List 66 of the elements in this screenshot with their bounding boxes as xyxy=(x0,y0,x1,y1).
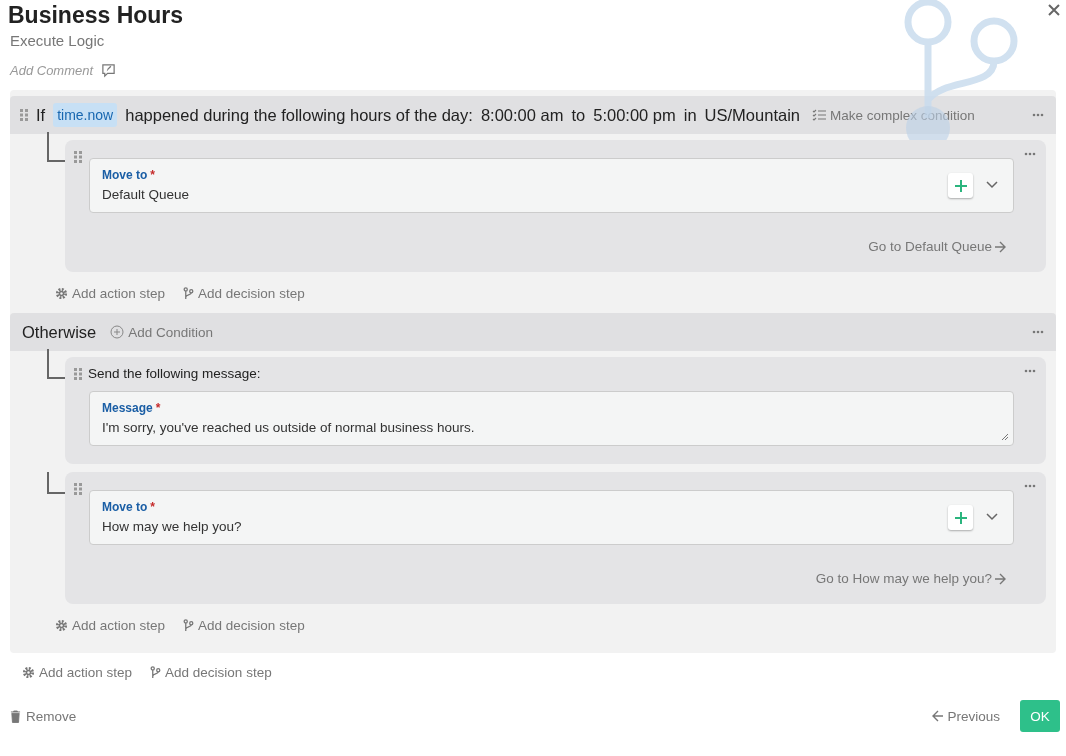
previous-button[interactable]: Previous xyxy=(932,708,1000,724)
end-time[interactable]: 5:00:00 pm xyxy=(593,105,676,125)
field-value: Default Queue xyxy=(102,187,191,202)
add-comment-link[interactable]: Add Comment xyxy=(10,62,94,78)
more-icon[interactable] xyxy=(1032,330,1044,334)
otherwise-label: Otherwise xyxy=(22,322,97,342)
input-field[interactable]: Move to * How may we help you? xyxy=(89,490,1014,545)
arrow-right-icon xyxy=(994,572,1006,585)
checklist-icon xyxy=(812,109,826,121)
field-label: Move to xyxy=(102,168,148,182)
plus-icon xyxy=(953,510,968,525)
add-action-step-button[interactable]: Add action step xyxy=(55,286,166,301)
add-action-step-button[interactable]: Add action step xyxy=(55,618,166,633)
chevron-down-icon[interactable] xyxy=(986,513,998,521)
required-asterisk: * xyxy=(155,401,161,415)
if-keyword: If xyxy=(36,105,46,125)
branch-icon xyxy=(183,619,195,632)
gear-icon xyxy=(22,666,35,679)
to-text: to xyxy=(571,105,586,125)
plus-circle-icon xyxy=(110,325,125,339)
add-decision-step-button[interactable]: Add decision step xyxy=(150,665,272,680)
close-icon xyxy=(1048,4,1060,16)
drag-handle-icon[interactable] xyxy=(20,109,28,121)
add-button[interactable] xyxy=(948,173,973,198)
more-icon[interactable] xyxy=(1024,369,1036,373)
required-asterisk: * xyxy=(150,168,155,182)
trash-icon xyxy=(10,709,21,723)
input-field[interactable]: Message * I'm sorry, you've reached us outside of normal business hours. xyxy=(89,391,1014,446)
field-label: Move to xyxy=(102,500,148,514)
drag-handle-icon[interactable] xyxy=(74,151,82,163)
more-icon[interactable] xyxy=(1024,152,1036,156)
condition-text: happened during the following hours of the day: xyxy=(125,105,473,125)
more-icon[interactable] xyxy=(1032,113,1044,117)
comment-edit-icon[interactable] xyxy=(101,62,117,78)
field-label: Message xyxy=(102,401,153,415)
add-decision-step-button[interactable]: Add decision step xyxy=(183,618,305,633)
timezone[interactable]: US/Mountain xyxy=(704,105,800,125)
gear-icon xyxy=(55,287,68,300)
branch-icon xyxy=(150,666,162,679)
step-title: Send the following message: xyxy=(88,366,262,381)
more-icon[interactable] xyxy=(1024,484,1036,488)
field-value: I'm sorry, you've reached us outside of normal business hours. xyxy=(102,420,476,435)
remove-button[interactable]: Remove xyxy=(10,708,77,724)
arrow-right-icon xyxy=(994,240,1006,253)
add-action-step-button[interactable]: Add action step xyxy=(22,665,133,680)
gear-icon xyxy=(55,619,68,632)
drag-handle-icon[interactable] xyxy=(74,368,82,380)
drag-handle-icon[interactable] xyxy=(74,483,82,495)
resize-handle-icon[interactable] xyxy=(1001,433,1009,441)
variable-token[interactable]: time.now xyxy=(53,103,118,127)
branch-icon xyxy=(183,287,195,300)
dialog-subtitle: Execute Logic xyxy=(10,32,106,49)
add-decision-step-button[interactable]: Add decision step xyxy=(183,286,305,301)
dialog-title: Business Hours xyxy=(8,2,184,29)
go-to-link[interactable]: Go to Default Queue xyxy=(868,239,1006,254)
plus-icon xyxy=(953,178,968,193)
arrow-left-icon xyxy=(932,710,945,722)
add-condition-button[interactable]: Add Condition xyxy=(110,324,214,340)
chevron-down-icon[interactable] xyxy=(986,181,998,189)
start-time[interactable]: 8:00:00 am xyxy=(480,105,564,125)
input-field[interactable]: Move to * Default Queue xyxy=(89,158,1014,213)
add-button[interactable] xyxy=(948,505,973,530)
go-to-link[interactable]: Go to How may we help you? xyxy=(815,571,1006,586)
in-text: in xyxy=(683,105,697,125)
field-value: How may we help you? xyxy=(102,519,243,534)
required-asterisk: * xyxy=(150,500,155,514)
